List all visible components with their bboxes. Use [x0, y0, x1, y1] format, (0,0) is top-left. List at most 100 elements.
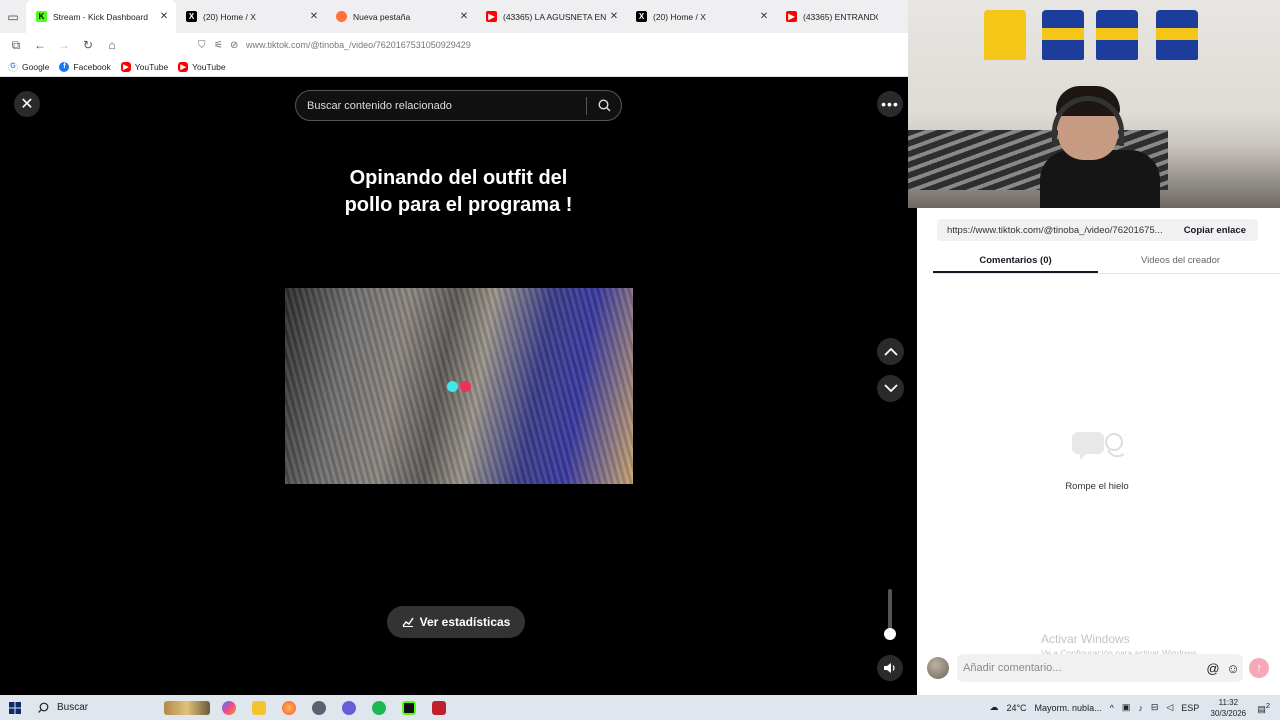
bookmark-google[interactable]: G Google [8, 61, 49, 72]
system-tray: ☁ 24°C Mayorm. nubla... ^ ▣ ♪ ⊟ ◁ ESP 11… [985, 695, 1280, 720]
messenger-icon[interactable] [334, 695, 364, 720]
streamer [1040, 86, 1160, 208]
mic-icon[interactable]: ♪ [1138, 703, 1143, 713]
bookmark-youtube-2[interactable]: ▶ YouTube [178, 61, 226, 72]
search-icon[interactable] [587, 99, 621, 112]
empty-comments: Rompe el hielo [1047, 428, 1147, 492]
tab-actions-icon[interactable]: ▭ [0, 0, 26, 33]
bookmark-facebook[interactable]: f Facebook [59, 61, 111, 72]
date: 30/3/2026 [1210, 708, 1247, 718]
notification-count: 2 [1265, 700, 1270, 710]
send-comment-button[interactable]: ↑ [1249, 658, 1269, 678]
url-text[interactable]: www.tiktok.com/@tinoba_/video/7620167531… [246, 40, 471, 50]
avatar [927, 657, 949, 679]
file-explorer-icon[interactable] [244, 695, 274, 720]
close-tab-icon[interactable]: ✕ [458, 11, 470, 22]
tray-app-icon[interactable]: ▣ [1122, 702, 1131, 713]
close-tab-icon[interactable]: ✕ [608, 11, 620, 22]
tab-x-home-2[interactable]: X (20) Home / X ✕ [626, 0, 776, 33]
tool-icon[interactable] [304, 695, 334, 720]
close-tab-icon[interactable]: ✕ [758, 11, 770, 22]
clock[interactable]: 11:32 30/3/2026 [1203, 697, 1253, 719]
address-bar[interactable]: ⛉ ⚟ ⊘ www.tiktok.com/@tinoba_/video/7620… [198, 36, 898, 54]
youtube-icon: ▶ [178, 61, 189, 72]
taskbar-search[interactable]: Buscar [30, 702, 160, 713]
reload-icon[interactable]: ↻ [76, 33, 100, 57]
widget-news-icon[interactable] [160, 695, 214, 720]
youtube-icon: ▶ [786, 11, 797, 22]
tab-x-home[interactable]: X (20) Home / X ✕ [176, 0, 326, 33]
loading-dot-cyan [447, 381, 458, 392]
chevron-up-icon [883, 347, 898, 356]
spotify-icon[interactable] [364, 695, 394, 720]
emoji-icon[interactable]: ☺ [1223, 661, 1243, 676]
video-stage: ✕ Buscar contenido relacionado ••• Opina… [0, 77, 917, 695]
tab-creator-videos[interactable]: Videos del creador [1098, 250, 1263, 273]
forward-icon[interactable]: → [52, 33, 76, 57]
facebook-icon: f [59, 61, 70, 72]
video-editor-icon[interactable] [424, 695, 454, 720]
view-stats-button[interactable]: Ver estadísticas [387, 606, 525, 638]
shield-icon[interactable]: ⛉ [198, 40, 212, 51]
youtube-icon: ▶ [120, 61, 131, 72]
x-icon: X [186, 11, 197, 22]
copilot-icon[interactable] [214, 695, 244, 720]
network-icon[interactable]: ⊟ [1151, 702, 1159, 713]
video-blur-texture [285, 288, 633, 484]
tab-youtube-lives[interactable]: ▶ (43365) ENTRANDO A LIVES RA [776, 0, 884, 33]
volume-tray-icon[interactable]: ◁ [1166, 702, 1173, 713]
volume-knob[interactable] [884, 628, 896, 640]
tab-youtube-agusneta[interactable]: ▶ (43365) LA AGUSNETA EN BARI ✕ [476, 0, 626, 33]
webcam-overlay [908, 0, 1280, 208]
search-icon [38, 702, 49, 713]
chevron-up-icon[interactable]: ^ [1110, 703, 1114, 713]
copy-link-button[interactable]: Copiar enlace [1172, 225, 1258, 236]
language-indicator[interactable]: ESP [1181, 703, 1199, 713]
tab-new-tab[interactable]: Nueva pestaña ✕ [326, 0, 476, 33]
comment-placeholder[interactable]: Añadir comentario... [963, 662, 1203, 674]
next-video-button[interactable] [877, 375, 904, 402]
sidebar-toggle-icon[interactable]: ⧉ [4, 33, 28, 57]
chevron-down-icon [883, 384, 898, 393]
more-options-button[interactable]: ••• [877, 91, 903, 117]
taskbar-search-label[interactable]: Buscar [57, 702, 88, 713]
back-icon[interactable]: ← [28, 33, 52, 57]
close-video-button[interactable]: ✕ [14, 91, 40, 117]
jersey-blue-3 [1156, 10, 1198, 60]
mention-icon[interactable]: @ [1203, 661, 1223, 676]
permissions-icon[interactable]: ⚟ [214, 40, 228, 51]
browser-tab-bar: ▭ K Stream - Kick Dashboard ✕ X (20) Hom… [0, 0, 908, 33]
bookmark-label: YouTube [192, 61, 226, 72]
close-tab-icon[interactable]: ✕ [158, 11, 170, 22]
video-frame[interactable] [285, 288, 633, 484]
previous-video-button[interactable] [877, 338, 904, 365]
comment-composer: Añadir comentario... @ ☺ ↑ [917, 648, 1280, 688]
windows-start-icon[interactable] [0, 701, 30, 714]
tab-kick-dashboard[interactable]: K Stream - Kick Dashboard ✕ [26, 0, 176, 33]
empty-text: Rompe el hielo [1065, 481, 1129, 492]
tab-comments[interactable]: Comentarios (0) [933, 250, 1098, 273]
volume-button[interactable] [877, 655, 903, 681]
chart-line-icon [402, 617, 414, 627]
home-icon[interactable]: ⌂ [100, 33, 124, 57]
firefox-icon[interactable] [274, 695, 304, 720]
time: 11:32 [1218, 697, 1239, 707]
weather-temp[interactable]: 24°C [1006, 703, 1026, 713]
notifications-icon[interactable]: ▤2 [1257, 701, 1270, 715]
stats-label: Ver estadísticas [419, 615, 511, 629]
firefox-icon [336, 11, 347, 22]
weather-icon[interactable]: ☁ [989, 702, 998, 713]
tracking-icon[interactable]: ⊘ [230, 40, 244, 51]
bookmark-youtube[interactable]: ▶ YouTube [120, 61, 168, 72]
jersey-yellow [984, 10, 1026, 60]
volume-slider[interactable] [884, 589, 896, 640]
panel-tabs: Comentarios (0) Videos del creador [933, 250, 1280, 274]
kick-app-icon[interactable] [394, 695, 424, 720]
weather-text[interactable]: Mayorm. nubla... [1035, 703, 1102, 713]
related-search-box[interactable]: Buscar contenido relacionado [295, 90, 622, 121]
kick-icon: K [36, 11, 47, 22]
search-input[interactable]: Buscar contenido relacionado [296, 100, 586, 112]
comment-input[interactable]: Añadir comentario... @ ☺ [957, 654, 1243, 682]
close-tab-icon[interactable]: ✕ [308, 11, 320, 22]
share-url[interactable]: https://www.tiktok.com/@tinoba_/video/76… [937, 225, 1172, 236]
